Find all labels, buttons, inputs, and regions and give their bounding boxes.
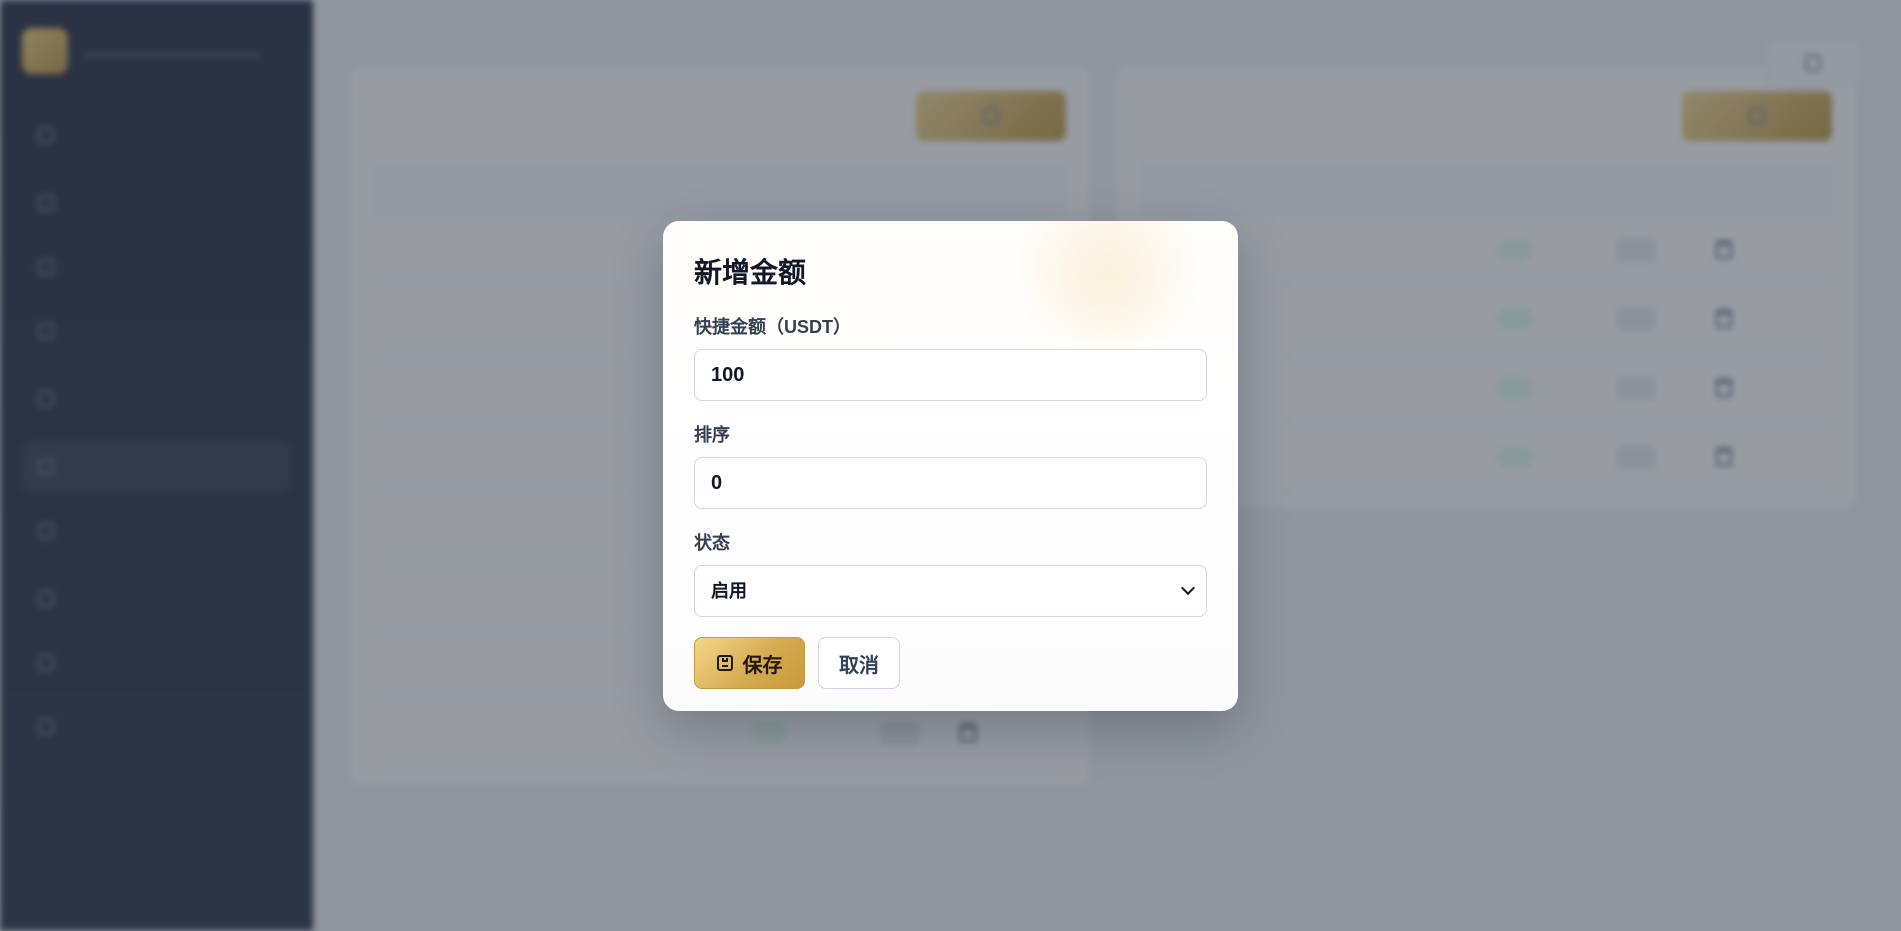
save-icon	[716, 655, 733, 671]
cancel-button[interactable]: 取消	[818, 637, 900, 689]
amount-field-group: 快捷金额（USDT）	[694, 313, 1207, 401]
sort-field-group: 排序	[694, 421, 1207, 509]
amount-input[interactable]	[694, 349, 1207, 401]
amount-field-label: 快捷金额（USDT）	[694, 317, 851, 337]
sort-field-label: 排序	[694, 425, 730, 445]
cancel-button-label: 取消	[839, 654, 879, 677]
add-amount-modal: 新增金额 快捷金额（USDT） 排序 状态 启用 保存 取消	[663, 221, 1238, 711]
status-select-wrap: 启用	[694, 565, 1207, 617]
status-select[interactable]: 启用	[694, 565, 1207, 617]
save-button-label: 保存	[742, 654, 783, 677]
sort-input[interactable]	[694, 457, 1207, 509]
status-field-label: 状态	[694, 533, 730, 553]
modal-title: 新增金额	[694, 257, 807, 288]
status-field-group: 状态 启用	[694, 529, 1207, 617]
modal-actions: 保存 取消	[694, 637, 1207, 689]
save-button[interactable]: 保存	[694, 637, 805, 689]
